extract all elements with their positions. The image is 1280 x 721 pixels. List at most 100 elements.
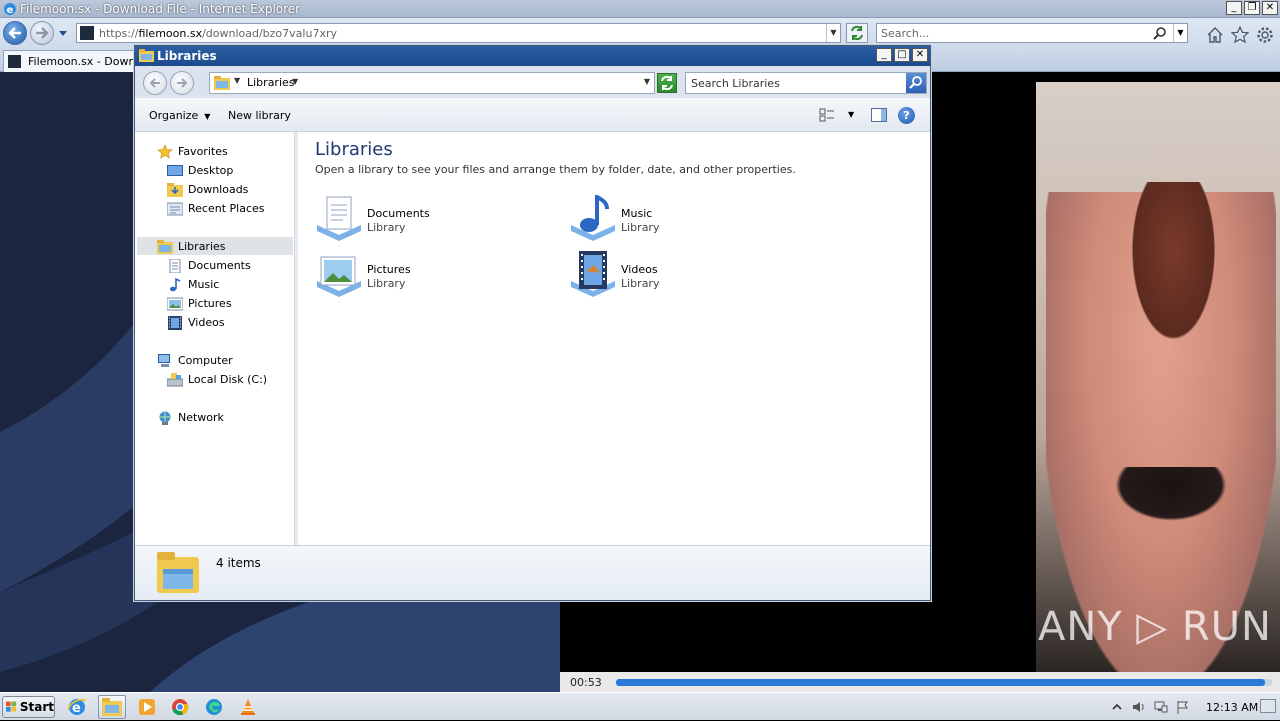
arrow-left-icon <box>149 78 160 88</box>
taskbar-edge[interactable] <box>200 695 228 719</box>
nav-documents[interactable]: Documents <box>167 256 251 275</box>
player-progress-bar[interactable] <box>616 679 1272 686</box>
home-icon[interactable] <box>1206 26 1224 44</box>
volume-icon[interactable] <box>1132 700 1146 714</box>
breadcrumb-chevron-icon[interactable]: ▼ <box>234 76 240 85</box>
libraries-folder-icon <box>157 552 199 593</box>
explorer-minimize-button[interactable]: _ <box>876 48 892 62</box>
forward-button[interactable] <box>30 21 54 45</box>
library-type: Library <box>367 277 406 290</box>
music-library-icon <box>571 195 615 241</box>
explorer-refresh-button[interactable] <box>657 73 677 93</box>
star-icon <box>157 144 173 159</box>
taskbar-clock[interactable]: 12:13 AM <box>1206 701 1258 714</box>
address-dropdown-icon[interactable]: ▼ <box>644 77 650 86</box>
chrome-icon <box>172 699 189 716</box>
explorer-close-button[interactable]: ✕ <box>912 48 928 62</box>
library-name: Music <box>621 207 653 220</box>
edge-icon <box>206 699 222 715</box>
nav-desktop[interactable]: Desktop <box>167 161 233 180</box>
explorer-icon <box>102 698 122 716</box>
action-center-flag-icon[interactable] <box>1176 700 1190 714</box>
nav-downloads[interactable]: Downloads <box>167 180 248 199</box>
library-tile-music[interactable]: Music Library <box>569 195 809 245</box>
search-icon[interactable] <box>1153 26 1167 40</box>
videos-library-icon <box>571 251 615 297</box>
nav-favorites[interactable]: Favorites <box>157 142 228 161</box>
favorites-star-icon[interactable] <box>1231 26 1249 44</box>
library-name: Videos <box>621 263 658 276</box>
downloads-folder-icon <box>167 182 183 197</box>
compatibility-refresh-button[interactable] <box>846 23 868 43</box>
player-progress-fill <box>616 679 1266 686</box>
taskbar-media-player[interactable] <box>133 695 161 719</box>
change-view-icon[interactable] <box>819 108 835 122</box>
restore-button[interactable]: ❐ <box>1244 1 1260 15</box>
hard-drive-icon <box>167 372 183 386</box>
nav-network[interactable]: Network <box>157 408 224 427</box>
nav-local-disk[interactable]: Local Disk (C:) <box>167 370 267 389</box>
network-status-icon[interactable] <box>1154 700 1168 714</box>
show-hidden-icons-icon[interactable] <box>1110 700 1124 714</box>
nav-libraries[interactable]: Libraries <box>157 237 226 256</box>
breadcrumb-libraries[interactable]: Libraries <box>247 76 295 89</box>
taskbar-explorer[interactable] <box>98 695 126 719</box>
organize-button[interactable]: Organize ▼ <box>149 109 210 122</box>
explorer-search-input[interactable]: Search Libraries <box>685 72 927 94</box>
taskbar-chrome[interactable] <box>166 695 194 719</box>
preview-pane-icon[interactable] <box>871 108 887 122</box>
taskbar-internet-explorer[interactable]: e <box>63 695 91 719</box>
show-desktop-button[interactable] <box>1260 699 1276 713</box>
content-title: Libraries <box>315 139 393 160</box>
picture-icon <box>167 297 183 310</box>
library-tile-pictures[interactable]: Pictures Library <box>315 251 555 301</box>
item-count: 4 items <box>216 556 261 570</box>
libraries-folder-icon <box>139 49 154 62</box>
library-name: Documents <box>367 207 430 220</box>
explorer-navbar: ▼ Libraries ▼ ▼ Search Libraries <box>135 66 930 98</box>
nav-pictures[interactable]: Pictures <box>167 294 232 313</box>
library-tile-videos[interactable]: Videos Library <box>569 251 809 301</box>
recent-places-icon <box>167 202 183 215</box>
view-options-dropdown-icon[interactable]: ▼ <box>848 110 854 119</box>
close-button[interactable]: ✕ <box>1262 1 1278 15</box>
recent-pages-dropdown-icon[interactable] <box>58 28 68 38</box>
help-icon[interactable]: ? <box>898 107 915 124</box>
new-library-button[interactable]: New library <box>228 109 291 122</box>
explorer-back-button[interactable] <box>143 71 167 95</box>
start-button[interactable]: Start <box>2 696 55 718</box>
music-note-icon <box>170 277 181 291</box>
address-dropdown-icon[interactable]: ▼ <box>826 24 840 42</box>
minimize-button[interactable]: _ <box>1226 1 1242 15</box>
nav-recent-places[interactable]: Recent Places <box>167 199 265 218</box>
library-type: Library <box>367 221 406 234</box>
nav-network-label: Network <box>178 411 224 424</box>
breadcrumb-chevron-icon[interactable]: ▼ <box>292 77 298 86</box>
svg-text:e: e <box>7 5 14 16</box>
search-dropdown-icon[interactable]: ▼ <box>1173 24 1187 42</box>
pictures-library-icon <box>317 256 361 297</box>
taskbar-vlc[interactable] <box>234 695 262 719</box>
site-favicon <box>80 26 94 40</box>
explorer-maximize-button[interactable]: □ <box>894 48 910 62</box>
ie-address-bar: https://filemoon.sx/download/bzo7valu7xr… <box>0 18 1280 48</box>
nav-videos[interactable]: Videos <box>167 313 225 332</box>
windows-flag-icon <box>6 701 17 712</box>
explorer-search-button[interactable] <box>906 73 926 93</box>
nav-music[interactable]: Music <box>167 275 219 294</box>
library-tile-documents[interactable]: Documents Library <box>315 195 555 245</box>
nav-computer[interactable]: Computer <box>157 351 233 370</box>
nav-computer-label: Computer <box>178 354 233 367</box>
explorer-forward-button[interactable] <box>170 71 194 95</box>
back-button[interactable] <box>3 21 27 45</box>
chevron-down-icon: ▼ <box>204 112 211 121</box>
gear-icon[interactable] <box>1256 26 1274 44</box>
organize-label: Organize <box>149 109 199 122</box>
libraries-folder-icon <box>214 76 230 90</box>
anyrun-watermark: ANY ▷ RUN <box>1038 604 1272 650</box>
explorer-address-bar[interactable]: ▼ Libraries ▼ ▼ <box>209 72 655 94</box>
content-pane: Libraries Open a library to see your fil… <box>298 132 930 545</box>
address-input[interactable]: https://filemoon.sx/download/bzo7valu7xr… <box>76 23 841 43</box>
ie-search-input[interactable]: Search... ▼ <box>876 23 1188 43</box>
nav-downloads-label: Downloads <box>188 183 249 196</box>
